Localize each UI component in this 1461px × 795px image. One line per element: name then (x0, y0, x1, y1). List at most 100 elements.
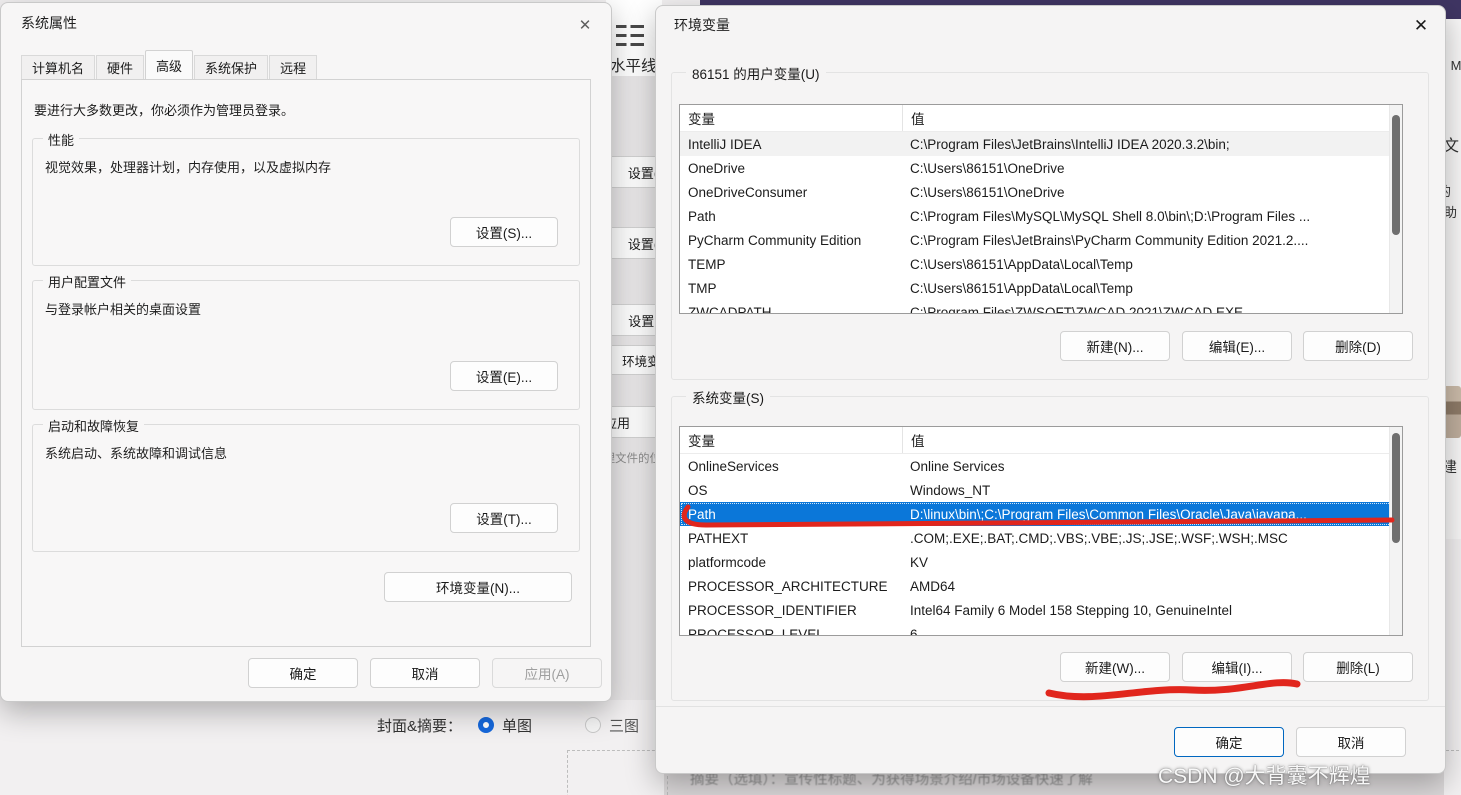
var-name: PROCESSOR_IDENTIFIER (688, 602, 857, 618)
group-title: 性能 (43, 130, 80, 149)
table-row[interactable]: PROCESSOR_LEVEL 6 (680, 622, 1402, 636)
radio-single-image-label[interactable]: 单图 (502, 715, 532, 736)
column-variable[interactable]: 变量 (680, 427, 903, 453)
var-name: PROCESSOR_LEVEL (688, 626, 824, 636)
table-row[interactable]: TEMP C:\Users\86151\AppData\Local\Temp (680, 252, 1402, 276)
var-name: PROCESSOR_ARCHITECTURE (688, 578, 888, 594)
radio-single-image[interactable] (478, 717, 494, 733)
var-value: C:\Users\86151\OneDrive (910, 184, 1065, 200)
var-value: .COM;.EXE;.BAT;.CMD;.VBS;.VBE;.JS;.JSE;.… (910, 530, 1288, 546)
tab-hardware[interactable]: 硬件 (96, 55, 145, 79)
cancel-button[interactable]: 取消 (1296, 727, 1406, 757)
var-value: KV (910, 554, 929, 570)
environment-variables-button[interactable]: 环境变量(N)... (384, 572, 572, 602)
cancel-button[interactable]: 取消 (370, 658, 480, 688)
startup-recovery-settings-button[interactable]: 设置(T)... (450, 503, 558, 533)
var-value: Intel64 Family 6 Model 158 Stepping 10, … (910, 602, 1232, 618)
table-row[interactable]: OS Windows_NT (680, 478, 1402, 502)
dialog-title: 系统属性 (21, 15, 77, 31)
table-header: 变量 值 (680, 105, 1402, 132)
var-value: C:\Users\86151\AppData\Local\Temp (910, 256, 1133, 272)
table-row[interactable]: OneDrive C:\Users\86151\OneDrive (680, 156, 1402, 180)
ok-button[interactable]: 确定 (1174, 727, 1284, 757)
table-row[interactable]: PyCharm Community Edition C:\Program Fil… (680, 228, 1402, 252)
system-variables-title: 系统变量(S) (686, 387, 770, 407)
var-value: Online Services (910, 458, 1005, 474)
var-name: platformcode (688, 554, 767, 570)
var-name: OneDriveConsumer (688, 184, 808, 200)
scrollbar-thumb[interactable] (1392, 433, 1400, 543)
scrollbar[interactable] (1389, 427, 1402, 635)
table-row[interactable]: PROCESSOR_IDENTIFIER Intel64 Family 6 Mo… (680, 598, 1402, 622)
user-variables-title: 86151 的用户变量(U) (686, 63, 826, 83)
scrollbar-thumb[interactable] (1392, 115, 1400, 235)
var-name: TMP (688, 280, 717, 296)
var-name: PyCharm Community Edition (688, 232, 862, 248)
var-value: C:\Users\86151\AppData\Local\Temp (910, 280, 1133, 296)
var-value: C:\Program Files\JetBrains\IntelliJ IDEA… (910, 136, 1230, 152)
toolbar-item-horizontal-rule: 水平线 (610, 58, 657, 75)
screen: 水平线 设置(S)... 设置(E)... 设置(T)... 环境变量(N)..… (0, 0, 1461, 795)
var-name: OnlineServices (688, 458, 779, 474)
table-row[interactable]: OneDriveConsumer C:\Users\86151\OneDrive (680, 180, 1402, 204)
var-value: C:\Program Files\MySQL\MySQL Shell 8.0\b… (910, 208, 1311, 224)
var-value: AMD64 (910, 578, 956, 594)
var-name: ZWCADPATH (688, 304, 772, 314)
system-delete-button[interactable]: 删除(L) (1303, 652, 1413, 682)
close-icon[interactable]: ✕ (1407, 12, 1435, 40)
user-profiles-settings-button[interactable]: 设置(E)... (450, 361, 558, 391)
var-value: C:\Program Files\JetBrains\PyCharm Commu… (910, 232, 1309, 248)
table-row[interactable]: TMP C:\Users\86151\AppData\Local\Temp (680, 276, 1402, 300)
tab-remote[interactable]: 远程 (269, 55, 318, 79)
system-new-button[interactable]: 新建(W)... (1060, 652, 1170, 682)
radio-triple-image[interactable] (585, 717, 601, 733)
column-value[interactable]: 值 (903, 105, 1402, 131)
tab-bar: 计算机名 硬件 高级 系统保护 远程 (21, 50, 318, 79)
table-row[interactable]: PROCESSOR_ARCHITECTURE AMD64 (680, 574, 1402, 598)
column-variable[interactable]: 变量 (680, 105, 903, 131)
ok-button[interactable]: 确定 (248, 658, 358, 688)
watermark: CSDN @大背囊不辉煌 (1158, 765, 1371, 788)
tab-system-protection[interactable]: 系统保护 (194, 55, 269, 79)
table-row[interactable]: OnlineServices Online Services (680, 454, 1402, 478)
var-name: OneDrive (688, 160, 746, 176)
var-name: TEMP (688, 256, 726, 272)
group-desc: 视觉效果，处理器计划，内存使用，以及虚拟内存 (45, 160, 332, 175)
group-desc: 系统启动、系统故障和调试信息 (45, 446, 228, 461)
table-row[interactable]: IntelliJ IDEA C:\Program Files\JetBrains… (680, 132, 1402, 156)
system-edit-button[interactable]: 编辑(I)... (1182, 652, 1292, 682)
user-edit-button[interactable]: 编辑(E)... (1182, 331, 1292, 361)
table-row[interactable]: platformcode KV (680, 550, 1402, 574)
user-profiles-group: 用户配置文件 与登录帐户相关的桌面设置 设置(E)... (32, 272, 580, 410)
var-name: PATHEXT (688, 530, 749, 546)
tab-advanced[interactable]: 高级 (145, 50, 194, 79)
performance-settings-button[interactable]: 设置(S)... (450, 217, 558, 247)
group-title: 启动和故障恢复 (43, 416, 145, 435)
table-row-selected-path[interactable]: Path D:\linux\bin\;C:\Program Files\Comm… (680, 502, 1402, 526)
advanced-tab-panel: 要进行大多数更改，你必须作为管理员登录。 性能 视觉效果，处理器计划，内存使用，… (21, 79, 591, 647)
tab-computer-name[interactable]: 计算机名 (21, 55, 96, 79)
var-name: Path (688, 208, 716, 224)
group-desc: 与登录帐户相关的桌面设置 (45, 302, 202, 317)
scrollbar[interactable] (1389, 105, 1402, 313)
user-delete-button[interactable]: 删除(D) (1303, 331, 1413, 361)
user-variables-table[interactable]: 变量 值 IntelliJ IDEA C:\Program Files\JetB… (679, 104, 1403, 314)
var-value: 6 (910, 626, 918, 636)
user-new-button[interactable]: 新建(N)... (1060, 331, 1170, 361)
system-variables-table[interactable]: 变量 值 OnlineServices Online Services OS W… (679, 426, 1403, 636)
performance-group: 性能 视觉效果，处理器计划，内存使用，以及虚拟内存 设置(S)... (32, 130, 580, 266)
close-icon[interactable]: ✕ (571, 11, 599, 39)
column-value[interactable]: 值 (903, 427, 1402, 453)
var-name: OS (688, 482, 708, 498)
apply-button: 应用(A) (492, 658, 602, 688)
var-value: C:\Users\86151\OneDrive (910, 160, 1065, 176)
dialog-title: 环境变量 (674, 17, 730, 33)
radio-triple-image-label[interactable]: 三图 (609, 715, 639, 736)
table-row[interactable]: PATHEXT .COM;.EXE;.BAT;.CMD;.VBS;.VBE;.J… (680, 526, 1402, 550)
var-value: Windows_NT (910, 482, 991, 498)
var-value: C:\Program Files\ZWSOFT\ZWCAD 2021\ZWCAD… (910, 304, 1244, 314)
table-header: 变量 值 (680, 427, 1402, 454)
table-row[interactable]: Path C:\Program Files\MySQL\MySQL Shell … (680, 204, 1402, 228)
table-row[interactable]: ZWCADPATH C:\Program Files\ZWSOFT\ZWCAD … (680, 300, 1402, 314)
var-name: IntelliJ IDEA (688, 136, 762, 152)
